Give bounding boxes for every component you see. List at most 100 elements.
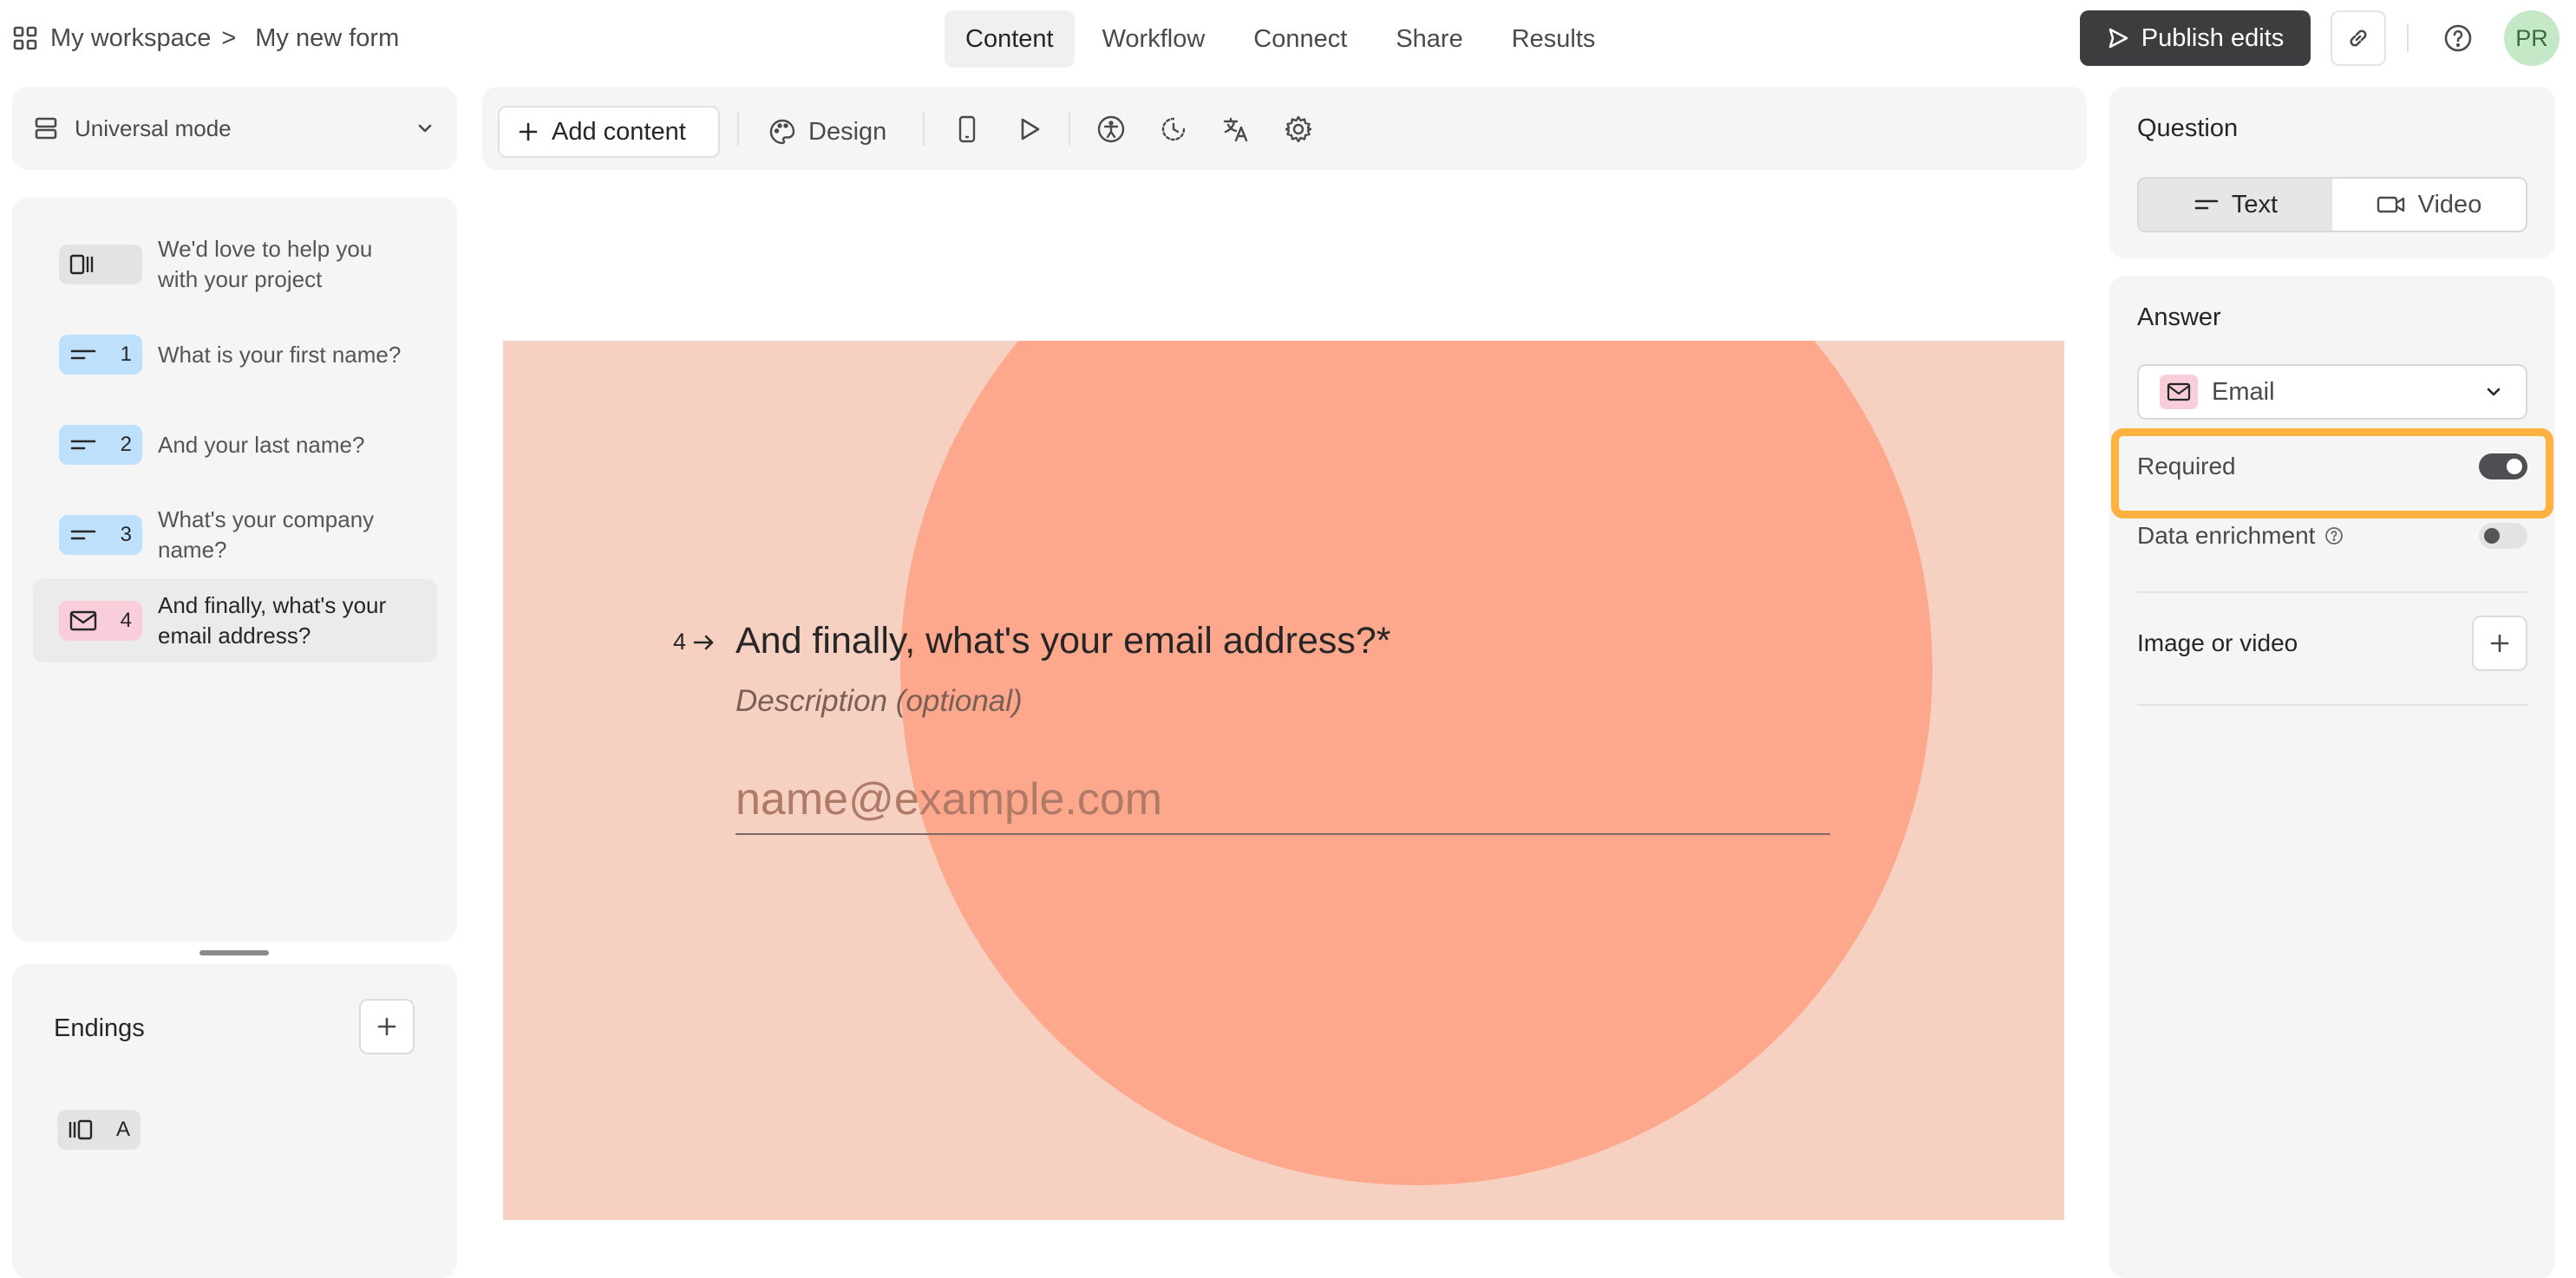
question-type-badge: 1 [59,335,142,375]
translate-icon[interactable] [1219,113,1252,146]
tab-content[interactable]: Content [945,10,1075,68]
plus-icon [517,121,539,143]
short-text-icon [69,346,97,363]
editor-toolbar: Add content Design [482,87,2087,170]
toolbar-divider [1069,113,1070,146]
section-divider [2137,591,2527,593]
help-icon[interactable] [2442,23,2474,54]
list-item-question-3[interactable]: 3 What's your company name? [33,499,437,571]
mode-label: Universal mode [75,114,232,141]
answer-type-select[interactable]: Email [2137,364,2527,420]
tab-connect[interactable]: Connect [1232,10,1368,68]
add-content-button[interactable]: Add content [498,106,720,158]
publish-edits-button[interactable]: Publish edits [2080,10,2311,66]
ending-screen-icon [68,1118,97,1141]
question-type-badge: 3 [59,515,142,555]
accessibility-icon[interactable] [1095,113,1128,146]
data-enrichment-toggle[interactable] [2479,523,2527,549]
breadcrumb-form-name[interactable]: My new form [255,24,399,53]
breadcrumb: My workspace > My new form [12,21,399,55]
question-title[interactable]: And finally, what's your email address?* [736,620,1391,662]
video-camera-icon [2377,194,2406,215]
question-type-toggle: Text Video [2137,177,2527,232]
endings-panel: Endings A [12,964,457,1278]
mobile-preview-icon[interactable] [951,113,984,146]
toolbar-divider [923,113,925,146]
list-item-question-1[interactable]: 1 What is your first name? [33,319,437,390]
answer-type-value: Email [2212,377,2275,406]
question-number: 1 [120,342,132,366]
toggle-knob [2484,528,2500,544]
plus-icon [2488,631,2512,655]
video-option-label: Video [2417,190,2482,218]
email-icon [69,610,97,631]
link-icon [2345,25,2371,51]
question-description[interactable]: Description (optional) [736,684,1023,719]
question-settings-panel: Question Text Video [2109,87,2555,258]
section-divider [2137,704,2527,706]
panel-resize-handle[interactable] [199,950,269,955]
add-content-label: Add content [552,117,686,146]
logic-icon[interactable] [1157,113,1190,146]
main-nav-tabs: Content Workflow Connect Share Results [945,10,1616,68]
list-item-question-4[interactable]: 4 And finally, what's your email address… [33,579,437,662]
top-bar: My workspace > My new form Content Workf… [0,0,2576,80]
add-media-button[interactable] [2472,616,2527,671]
ending-label: A [115,1118,130,1141]
header-divider [2407,24,2409,52]
question-number: 3 [120,523,132,546]
short-text-icon [69,436,97,453]
list-item-welcome[interactable]: We'd love to help you with your project [33,229,437,300]
copy-link-button[interactable] [2331,10,2386,66]
background-circle-shape [900,341,1932,1185]
question-section-title: Question [2137,114,2239,142]
image-or-video-row: Image or video [2137,616,2527,671]
chevron-down-icon [2482,381,2505,403]
question-list-text: And finally, what's your email address? [158,592,387,649]
avatar[interactable]: PR [2504,10,2560,66]
text-option-button[interactable]: Text [2139,179,2332,231]
short-text-icon [69,526,97,544]
breadcrumb-workspace-link[interactable]: My workspace [50,24,211,53]
question-list-text: What is your first name? [158,341,402,368]
question-number-indicator: 4 [673,629,716,655]
toolbar-divider [737,113,739,146]
answer-settings-panel: Answer Email Required Data enrichment Im… [2109,276,2555,1278]
question-list-text: And your last name? [158,431,365,458]
plus-icon [375,1014,399,1039]
video-option-button[interactable]: Video [2332,179,2526,231]
question-number: 4 [120,609,132,632]
text-option-label: Text [2231,190,2279,218]
publish-edits-label: Publish edits [2141,23,2285,52]
tab-results[interactable]: Results [1491,10,1617,68]
data-enrichment-row: Data enrichment [2137,517,2527,555]
design-button[interactable]: Design [768,106,886,158]
welcome-screen-icon [69,253,99,276]
ending-item-a[interactable]: A [57,1110,141,1150]
answer-section-title: Answer [2137,303,2221,331]
mode-selector[interactable]: Universal mode [12,87,457,170]
question-list: We'd love to help you with your project … [12,198,457,942]
arrow-right-icon [691,632,716,653]
question-type-badge [59,245,142,284]
question-number: 4 [673,629,687,655]
short-text-icon [2194,196,2220,213]
breadcrumb-separator: > [221,23,237,52]
settings-gear-icon[interactable] [1282,113,1315,146]
tab-workflow[interactable]: Workflow [1082,10,1226,68]
question-list-text: What's your company name? [158,506,375,563]
add-ending-button[interactable] [359,999,415,1054]
design-label: Design [808,117,887,146]
required-highlight-outline [2111,428,2553,518]
workspace-grid-icon[interactable] [12,25,38,51]
email-icon [2160,375,2198,409]
play-preview-icon[interactable] [1013,113,1046,146]
image-or-video-label: Image or video [2137,629,2298,656]
question-type-badge: 2 [59,425,142,465]
list-item-question-2[interactable]: 2 And your last name? [33,409,437,480]
info-icon[interactable] [2324,525,2344,546]
palette-icon [768,118,796,146]
send-icon [2107,27,2129,49]
email-answer-field[interactable] [736,766,1830,835]
tab-share[interactable]: Share [1375,10,1483,68]
